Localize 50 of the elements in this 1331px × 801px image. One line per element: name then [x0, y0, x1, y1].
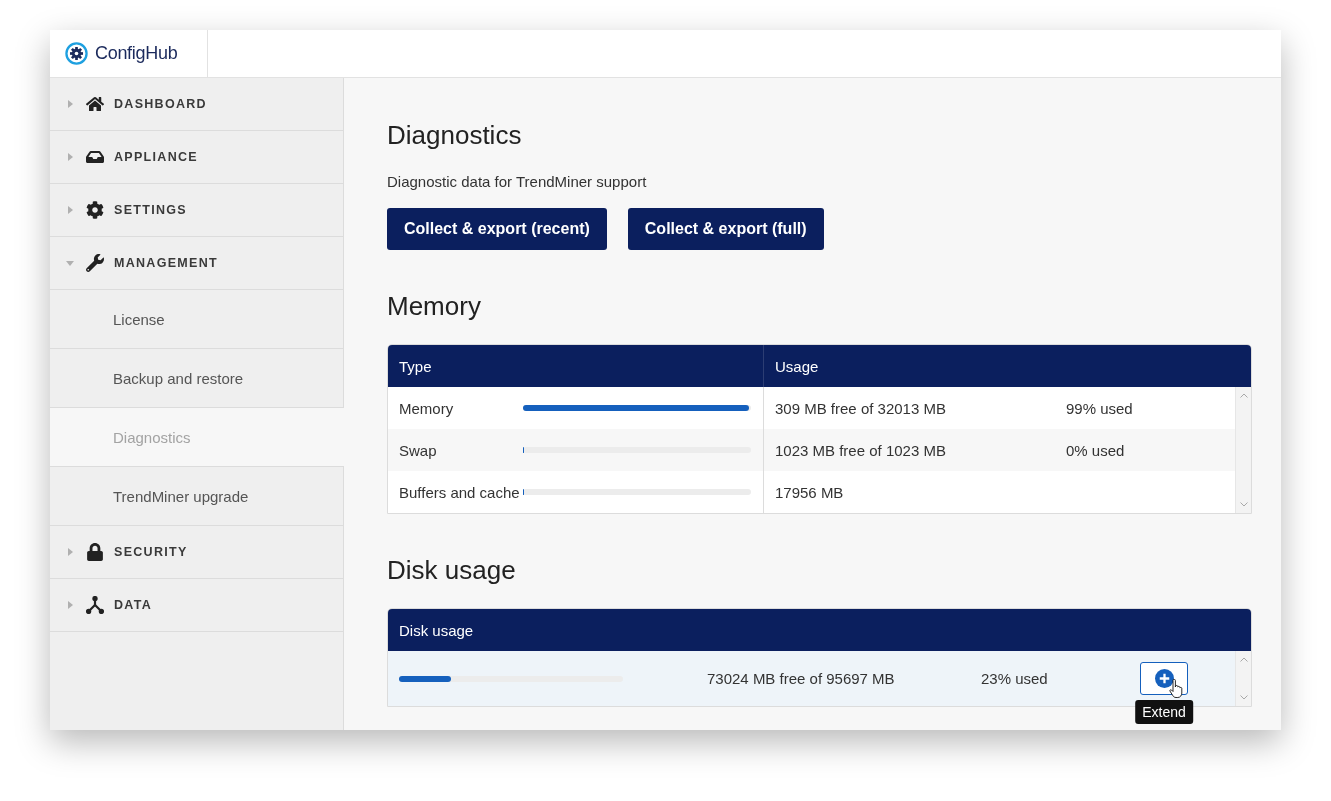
node-tree-icon — [86, 596, 104, 614]
export-button[interactable]: Collect & export (recent) — [387, 208, 607, 250]
export-button[interactable]: Collect & export (full) — [627, 208, 824, 250]
sidebar-section-label: SETTINGS — [114, 203, 187, 217]
chevron-up-icon[interactable] — [1239, 393, 1248, 398]
section-title: Memory — [387, 290, 481, 322]
extend-button[interactable] — [1140, 662, 1188, 695]
sidebar-section[interactable]: DATA — [50, 579, 343, 632]
free-text: 73024 MB free of 95697 MB — [707, 670, 895, 687]
section-title: Diagnostics — [387, 119, 522, 151]
sidebar-section[interactable]: DASHBOARD — [50, 78, 343, 131]
sidebar-section-label: APPLIANCE — [114, 150, 198, 164]
chevron-down-icon[interactable] — [1239, 695, 1248, 700]
wrench-icon — [86, 254, 104, 272]
gear-icon — [86, 201, 104, 219]
sidebar-section[interactable]: MANAGEMENT — [50, 237, 343, 290]
sidebar-item[interactable]: TrendMiner upgrade — [50, 467, 343, 526]
scrollbar[interactable] — [1235, 651, 1251, 706]
chevron-up-icon[interactable] — [1239, 657, 1248, 662]
sidebar-item[interactable]: License — [50, 290, 343, 349]
sidebar-section[interactable]: SETTINGS — [50, 184, 343, 237]
sidebar-section-label: MANAGEMENT — [114, 256, 218, 270]
tooltip: Extend — [1135, 700, 1193, 724]
column-header: Disk usage — [398, 620, 475, 641]
sidebar-section[interactable]: APPLIANCE — [50, 131, 343, 184]
column-header: Usage — [774, 356, 820, 377]
type-label: Buffers and cache — [399, 483, 521, 501]
free-text: 309 MB free of 32013 MB — [775, 399, 946, 417]
type-label: Memory — [399, 399, 455, 417]
used-percent: 0% used — [1066, 441, 1125, 459]
type-label: Swap — [399, 441, 438, 459]
tray-icon — [86, 148, 104, 166]
used-percent: 23% used — [981, 670, 1048, 687]
sidebar-section[interactable]: SECURITY — [50, 526, 343, 579]
used-percent: 99% used — [1066, 399, 1133, 417]
logo-text: ConfigHub — [95, 43, 178, 64]
free-text: 1023 MB free of 1023 MB — [775, 441, 946, 459]
sidebar-section-label: SECURITY — [114, 545, 188, 559]
logo-icon — [65, 42, 88, 65]
free-text: 17956 MB — [775, 483, 844, 501]
sidebar-section-label: DASHBOARD — [114, 97, 207, 111]
description: Diagnostic data for TrendMiner support — [387, 172, 647, 192]
plus-icon — [1154, 669, 1174, 688]
hand-cursor-icon — [1169, 679, 1183, 699]
section-title: Disk usage — [387, 554, 516, 586]
home-icon — [86, 95, 104, 113]
scrollbar[interactable] — [1235, 387, 1251, 513]
sidebar-section-label: DATA — [114, 598, 153, 612]
lock-icon — [86, 543, 104, 561]
chevron-down-icon[interactable] — [1239, 502, 1248, 507]
